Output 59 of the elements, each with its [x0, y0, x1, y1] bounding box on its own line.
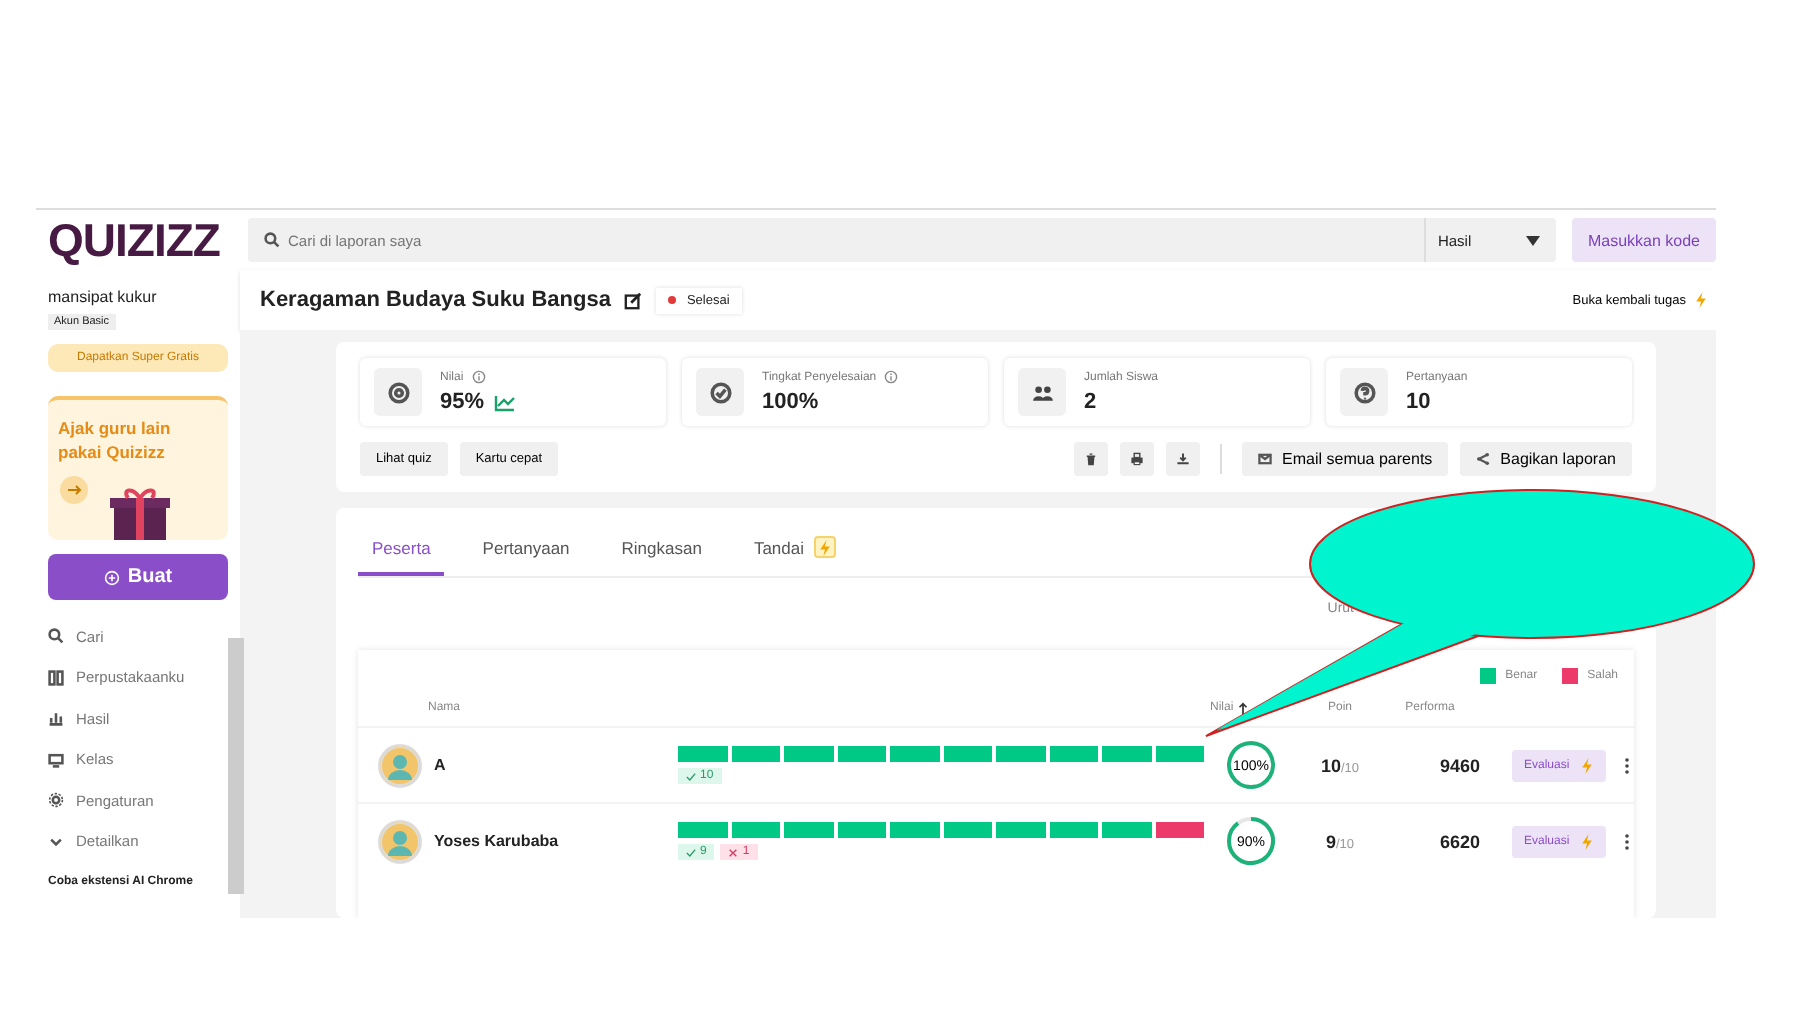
- print-button[interactable]: [1120, 442, 1155, 476]
- lightning-icon: [1694, 292, 1708, 308]
- performance-value: 9460: [1439, 755, 1480, 775]
- users-icon: [1031, 381, 1053, 403]
- mail-icon: [1258, 452, 1273, 466]
- enter-code-button[interactable]: Masukkan kode: [1571, 218, 1716, 262]
- check-icon: [686, 771, 696, 781]
- share-icon: [1476, 452, 1491, 466]
- stat-value: 95%: [440, 390, 485, 414]
- avatar-icon: [378, 743, 422, 787]
- student-name: A: [434, 756, 446, 774]
- edit-icon[interactable]: [624, 291, 643, 309]
- monitor-icon: [48, 751, 64, 768]
- stat-value: 2: [1084, 389, 1097, 413]
- student-name: Yoses Karubaba: [434, 832, 559, 850]
- gift-drawing: [108, 484, 172, 540]
- book-icon: [48, 669, 64, 686]
- search-icon: [264, 232, 280, 248]
- performance-value: 6620: [1439, 831, 1480, 851]
- info-icon: [884, 370, 899, 384]
- more-icon[interactable]: [1623, 757, 1630, 773]
- tab[interactable]: Ringkasan: [607, 528, 716, 576]
- report-title: Keragaman Budaya Suku Bangsa: [260, 288, 611, 312]
- print-icon: [1130, 452, 1145, 466]
- trend-up-icon: [494, 393, 517, 411]
- check-icon: [686, 847, 696, 857]
- avatar-icon: [378, 819, 422, 863]
- scrollbar[interactable]: [228, 638, 244, 894]
- cross-icon: [728, 847, 739, 857]
- promo-text: Ajak guru lain pakai Quizizz: [56, 416, 173, 466]
- download-button[interactable]: [1166, 442, 1201, 476]
- plus-circle-icon: [103, 569, 120, 585]
- more-icon[interactable]: [1623, 833, 1630, 849]
- download-icon: [1176, 452, 1191, 466]
- create-button[interactable]: Buat: [48, 554, 228, 600]
- check-circle-icon: [709, 381, 731, 403]
- logo[interactable]: QUIZIZZ: [48, 210, 228, 270]
- target-icon: [387, 381, 409, 403]
- chevron-down-icon: [48, 833, 64, 850]
- sort-arrow-icon[interactable]: [1235, 701, 1250, 715]
- question-icon: [1353, 381, 1375, 403]
- search-icon: [48, 628, 64, 645]
- tab[interactable]: Pertanyaan: [468, 528, 584, 576]
- stat-value: 100%: [762, 390, 819, 414]
- tab[interactable]: Tandai: [739, 528, 851, 576]
- chart-icon: [48, 710, 64, 727]
- settings-icon: [48, 792, 64, 809]
- trash-button[interactable]: [1074, 442, 1109, 476]
- arrow-right-icon[interactable]: [60, 476, 88, 504]
- email-button[interactable]: Email semua parents: [1242, 442, 1449, 476]
- caret-icon: [1525, 235, 1540, 245]
- share-button[interactable]: Bagikan laporan: [1460, 442, 1632, 476]
- lightning-icon: [1579, 757, 1594, 773]
- lightning-icon: [1579, 833, 1594, 849]
- trash-icon: [1084, 452, 1099, 466]
- info-icon: [471, 370, 486, 384]
- user-name: mansipat kukur: [48, 288, 159, 306]
- tab[interactable]: Peserta: [358, 528, 445, 576]
- stat-value: 10: [1406, 389, 1431, 413]
